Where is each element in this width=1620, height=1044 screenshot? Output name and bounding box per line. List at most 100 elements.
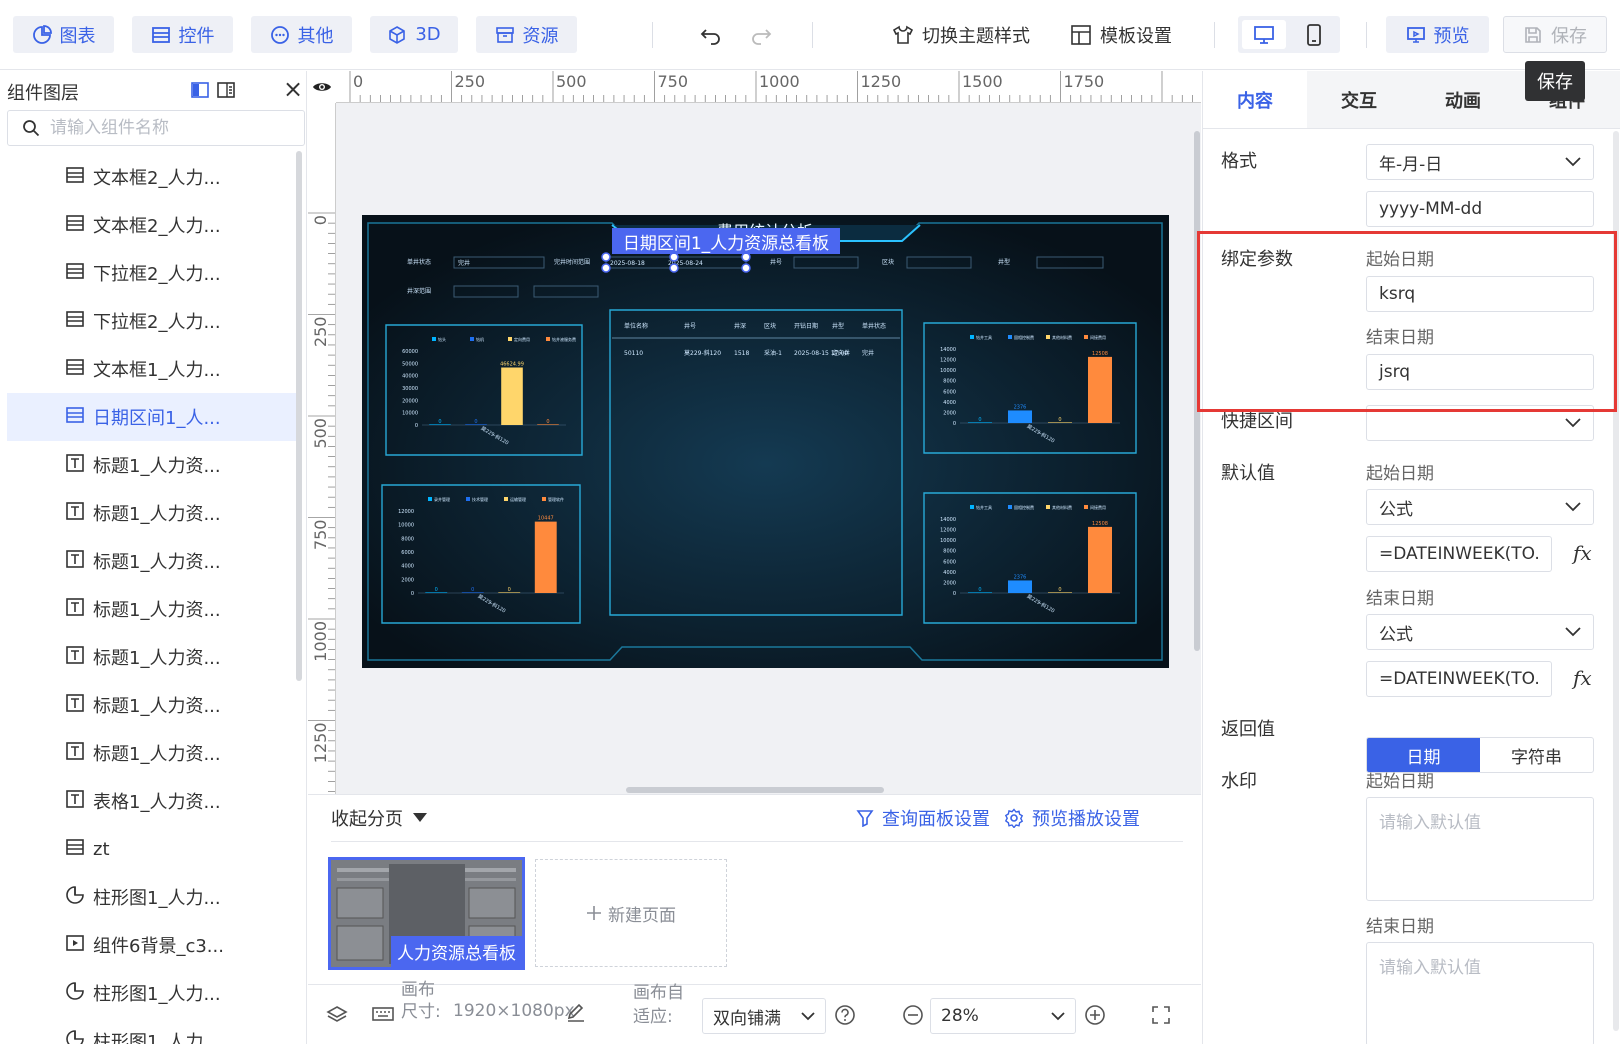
chart-menu-button[interactable]: 图表 xyxy=(13,16,114,53)
3d-menu-button[interactable]: 3D xyxy=(370,16,458,53)
desktop-view-button[interactable] xyxy=(1242,20,1286,49)
layer-panel: 组件图层 × 文本框2_人力... 文本框2_人力... 下拉框2_人力... 下拉框… xyxy=(0,71,307,1044)
zoom-select[interactable]: 28% xyxy=(930,998,1076,1034)
ruler-v-label: 750 xyxy=(311,520,330,551)
zoom-out-icon[interactable] xyxy=(902,1004,924,1026)
layer-item[interactable]: 标题1_人力资... xyxy=(7,585,297,633)
layer-item[interactable]: 标题1_人力资... xyxy=(7,681,297,729)
fullscreen-icon[interactable] xyxy=(1151,1005,1171,1025)
preview-button[interactable]: 预览 xyxy=(1386,16,1489,53)
undo-button[interactable] xyxy=(700,16,722,53)
layer-scrollbar[interactable] xyxy=(296,151,302,681)
default-start-type-select[interactable]: 公式 xyxy=(1366,489,1594,525)
layer-item[interactable]: 组件6背景_c3... xyxy=(7,921,297,969)
other-menu-button[interactable]: 其他 xyxy=(251,16,352,53)
layout-left-icon[interactable] xyxy=(191,81,209,99)
tab-content[interactable]: 内容 xyxy=(1203,71,1307,128)
resource-menu-button[interactable]: 资源 xyxy=(476,16,577,53)
y-tick-label: 0 xyxy=(953,591,956,597)
layout-right-icon[interactable] xyxy=(217,81,235,99)
new-page-button[interactable]: 新建页面 xyxy=(535,859,727,967)
default-end-type-select[interactable]: 公式 xyxy=(1366,614,1594,650)
layer-item[interactable]: zt xyxy=(7,825,297,873)
title-icon xyxy=(65,741,85,766)
template-settings-button[interactable]: 模板设置 xyxy=(1070,16,1172,53)
formula-fx-icon[interactable]: fx xyxy=(1573,541,1592,565)
layer-item-label: 表格1_人力资... xyxy=(93,792,221,813)
textbox-icon xyxy=(65,837,85,862)
fit-select[interactable]: 双向铺满 xyxy=(702,998,826,1034)
tab-interaction[interactable]: 交互 xyxy=(1307,71,1411,128)
return-string-option[interactable]: 字符串 xyxy=(1480,738,1593,772)
watermark-end-input[interactable]: 请输入默认值 xyxy=(1366,942,1594,1044)
title-icon xyxy=(65,549,85,574)
layer-search xyxy=(7,110,305,146)
bar-value-label: 0 xyxy=(438,419,441,425)
table-header: 单井状态 xyxy=(862,322,886,330)
format-select[interactable]: 年-月-日 xyxy=(1366,144,1594,180)
legend-label: 录井管理 xyxy=(434,496,450,502)
canvas-horizontal-scrollbar[interactable] xyxy=(626,787,884,793)
watermark-start-input[interactable]: 请输入默认值 xyxy=(1366,797,1594,901)
widget-menu-button[interactable]: 控件 xyxy=(132,16,233,53)
layer-item[interactable]: 柱形图1_人力... xyxy=(7,1017,297,1044)
watermark-label: 水印 xyxy=(1221,771,1257,792)
redo-button[interactable] xyxy=(750,16,772,53)
layer-item[interactable]: 柱形图1_人力... xyxy=(7,873,297,921)
keyboard-icon[interactable] xyxy=(372,1005,394,1023)
layer-item[interactable]: 柱形图1_人力... xyxy=(7,969,297,1017)
close-icon[interactable]: × xyxy=(283,77,303,101)
legend-swatch xyxy=(970,335,974,339)
ruler-h-label: 250 xyxy=(455,72,486,91)
layer-item[interactable]: 标题1_人力资... xyxy=(7,729,297,777)
bar-value-label: 0 xyxy=(546,419,549,425)
layers-icon[interactable] xyxy=(326,1005,348,1025)
preview-playback-settings-label: 预览播放设置 xyxy=(1032,809,1140,830)
formula-fx-icon[interactable]: fx xyxy=(1573,666,1592,690)
y-tick-label: 8000 xyxy=(943,379,956,385)
tab-animation[interactable]: 动画 xyxy=(1411,71,1515,128)
zoom-in-icon[interactable] xyxy=(1084,1004,1106,1026)
mobile-view-button[interactable] xyxy=(1292,20,1336,49)
theme-switch-button[interactable]: 切换主题样式 xyxy=(892,16,1030,53)
collapse-pages-button[interactable]: 收起分页 xyxy=(331,805,427,831)
help-icon[interactable] xyxy=(834,1004,856,1026)
table-cell: 莫229-斜120 xyxy=(684,349,721,357)
layer-search-input[interactable] xyxy=(50,118,280,138)
page-thumbnail[interactable]: 人力资源总看板 xyxy=(328,857,525,970)
layer-item[interactable]: 日期区间1_人... xyxy=(7,393,297,441)
edit-icon[interactable] xyxy=(566,1003,586,1023)
y-tick-label: 0 xyxy=(411,591,414,597)
query-panel-settings-button[interactable]: 查询面板设置 xyxy=(856,805,990,831)
legend-label: 固相控制费 xyxy=(1014,334,1034,340)
chevron-down-icon xyxy=(1565,418,1581,428)
preview-playback-settings-button[interactable]: 预览播放设置 xyxy=(1004,805,1140,831)
y-tick-label: 0 xyxy=(953,421,956,427)
filter-value-status: 完井 xyxy=(458,259,470,267)
canvas-size-value: 1920×1080px xyxy=(453,1001,575,1021)
layer-item[interactable]: 标题1_人力资... xyxy=(7,633,297,681)
layer-item[interactable]: 下拉框2_人力... xyxy=(7,297,297,345)
eye-icon[interactable] xyxy=(308,71,336,103)
layer-item[interactable]: 标题1_人力资... xyxy=(7,441,297,489)
layer-item[interactable]: 表格1_人力资... xyxy=(7,777,297,825)
layer-item[interactable]: 文本框1_人力... xyxy=(7,345,297,393)
search-icon xyxy=(23,120,40,137)
layer-item[interactable]: 标题1_人力资... xyxy=(7,489,297,537)
filter-label-type: 井型 xyxy=(998,258,1010,266)
gear-icon xyxy=(1004,808,1024,828)
layer-item[interactable]: 文本框2_人力... xyxy=(7,153,297,201)
layer-item[interactable]: 标题1_人力资... xyxy=(7,537,297,585)
default-start-formula-input[interactable]: =DATEINWEEK(TO... xyxy=(1366,536,1552,572)
toolbar-divider xyxy=(1366,22,1367,48)
layer-item[interactable]: 下拉框2_人力... xyxy=(7,249,297,297)
toolbar-divider xyxy=(812,22,813,48)
table-cell: 定向井 xyxy=(832,349,850,357)
default-end-formula-input[interactable]: =DATEINWEEK(TO... xyxy=(1366,661,1552,697)
format-pattern-input[interactable]: yyyy-MM-dd xyxy=(1366,191,1594,227)
dashboard-canvas[interactable]: 费用统计分析 单井状态 完井 完井时间范围 2025-08-18 2025-08… xyxy=(362,215,1169,668)
legend-label: 固相控制费 xyxy=(1014,504,1034,510)
save-button[interactable]: 保存 xyxy=(1503,16,1607,53)
layer-item[interactable]: 文本框2_人力... xyxy=(7,201,297,249)
default-start-type-value: 公式 xyxy=(1379,499,1413,520)
